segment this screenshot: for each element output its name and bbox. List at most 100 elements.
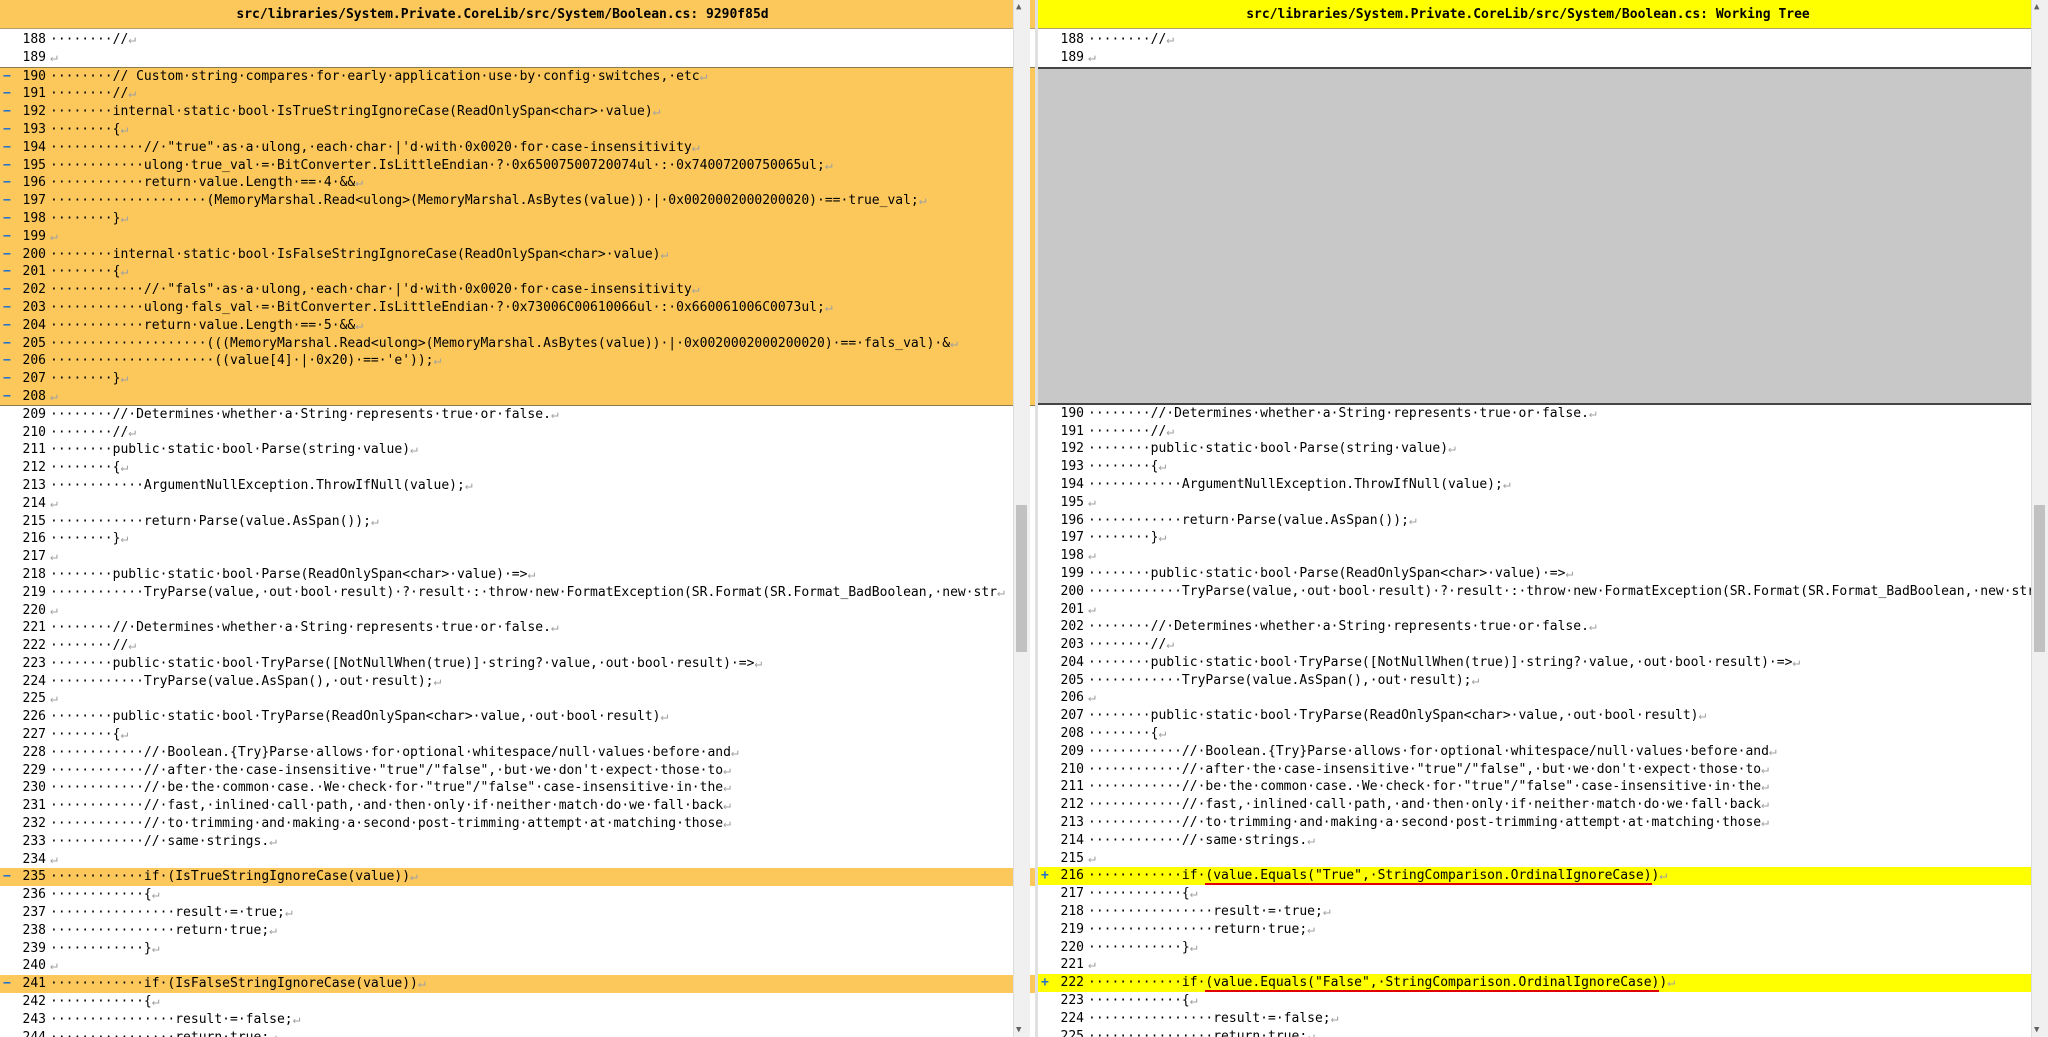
line-number: 202 [22,282,46,298]
code-text: ↵ [50,548,1035,566]
code-line: 206 ↵ [1038,689,2048,707]
line-number: 191 [1060,423,1084,439]
code-line [1038,369,2048,387]
code-line [1038,244,2048,263]
line-number: 212 [1060,797,1084,813]
code-text: ············if·(value.Equals("True",·Str… [1088,867,2048,886]
end-of-line-icon: ↵ [754,655,763,671]
code-line: 215 ············return·Parse(value.AsSpan… [0,513,1035,531]
code-text: ············//·after·the·case-insensitiv… [1088,761,2048,779]
line-number: 215 [22,513,46,529]
end-of-line-icon: ↵ [1088,601,1096,617]
line-number: 225 [22,691,46,707]
end-of-line-icon: ↵ [433,673,442,689]
line-number: 235 [22,869,46,885]
code-line [1038,173,2048,192]
code-segment: ············//·"fals"·as·a·ulong,·each·c… [50,282,692,298]
code-text: ············TryParse(value,·out·bool·res… [1088,583,2048,601]
code-segment: ········public·static·bool·TryParse(Read… [1088,708,1699,724]
code-text: ↵ [50,228,1035,246]
line-number: 214 [1060,832,1084,848]
code-text: ········{↵ [1088,725,2048,743]
code-line: −194 ············//·"true"·as·a·ulong,·ea… [0,138,1035,157]
code-line: 215 ↵ [1038,850,2048,868]
code-text: ········public·static·bool·Parse(ReadOnl… [1088,565,2048,583]
scroll-down-arrow-icon[interactable]: ▼ [1016,1025,1021,1035]
code-line: 211 ············//·be·the·common·case.·We… [1038,778,2048,796]
end-of-line-icon: ↵ [120,264,129,280]
code-segment: ················result·=·true; [50,905,285,921]
right-vertical-scrollbar[interactable]: ▲ ▼ [2031,0,2048,1037]
line-number: 241 [22,976,46,992]
code-segment: ············//·be·the·common·case.·We·ch… [50,780,724,796]
code-text: ········//↵ [1088,31,2048,49]
code-text: ············//·Boolean.{Try}Parse·allows… [1088,743,2048,761]
code-line: −203 ············ulong·fals_val·=·BitConv… [0,298,1035,317]
code-segment: ········{ [1088,726,1159,742]
code-segment: ············} [50,940,152,956]
code-line: 227 ········{↵ [0,726,1035,744]
end-of-line-icon: ↵ [1307,832,1315,848]
line-number: 209 [22,406,46,422]
end-of-line-icon: ↵ [151,940,160,956]
end-of-line-icon: ↵ [723,816,731,832]
code-line [1038,333,2048,352]
code-line: −200 ········internal·static·bool·IsFalse… [0,245,1035,264]
code-line: 189 ↵ [0,49,1035,67]
line-number: 194 [1060,476,1084,492]
code-line [1038,137,2048,156]
code-line: 190 ········//·Determines·whether·a·Strin… [1038,405,2048,423]
code-line: 244 ················return·true;↵ [0,1029,1035,1037]
line-number: 236 [22,887,46,903]
end-of-line-icon: ↵ [128,32,137,47]
code-text: ········}↵ [50,530,1035,548]
line-number: 203 [22,299,46,315]
code-text: ········{↵ [50,263,1035,281]
code-line: −202 ············//·"fals"·as·a·ulong,·ea… [0,281,1035,299]
end-of-line-icon: ↵ [1307,1028,1315,1037]
left-scroll-thumb[interactable] [1016,505,1027,652]
line-number: 230 [22,780,46,796]
code-segment: ············ArgumentNullException.ThrowI… [50,477,465,493]
end-of-line-icon: ↵ [1792,654,1801,670]
end-of-line-icon: ↵ [1761,797,1769,813]
code-line: 208 ········{↵ [1038,725,2048,743]
code-line: 228 ············//·Boolean.{Try}Parse·all… [0,744,1035,762]
code-segment: ········} [50,531,121,547]
left-code-lines[interactable]: 188 ········//↵ 189 ↵ −190 ········// Custom·… [0,31,1035,1037]
right-scroll-thumb[interactable] [2034,505,2045,652]
code-line: −190 ········// Custom·string·compares·fo… [0,66,1035,86]
line-number: 198 [22,210,46,226]
line-number: 217 [22,549,46,565]
code-line: 188 ········//↵ [0,31,1035,49]
end-of-line-icon: ↵ [699,68,708,84]
code-line [1038,102,2048,120]
end-of-line-icon: ↵ [1166,32,1175,47]
code-segment: ········internal·static·bool·IsFalseStri… [50,246,661,262]
code-segment: ········{ [50,121,121,137]
code-line: 232 ············//·to·trimming·and·making… [0,815,1035,833]
code-segment: ············TryParse(value,·out·bool·res… [1088,583,2036,599]
code-segment: ········public·static·bool·Parse(string·… [50,442,411,458]
end-of-line-icon: ↵ [723,780,731,796]
code-text: ················return·true;↵ [50,1029,1035,1037]
right-code-lines[interactable]: 188 ········//↵ 189 ↵ 190 ········//·Determin… [1038,31,2048,1037]
end-of-line-icon: ↵ [1088,49,1096,65]
line-number: 189 [1060,49,1084,65]
code-segment: ········// [1088,32,1167,47]
code-line: 203 ········//↵ [1038,636,2048,654]
scroll-down-arrow-icon[interactable]: ▼ [2034,1025,2039,1035]
code-line: 219 ············TryParse(value,·out·bool·… [0,584,1035,602]
line-number: 226 [22,709,46,725]
code-segment: ············//·same·strings. [50,833,270,849]
scroll-up-arrow-icon[interactable]: ▲ [1016,2,1021,12]
scroll-up-arrow-icon[interactable]: ▲ [2034,2,2039,12]
code-segment: ············{ [50,994,152,1010]
line-number: 244 [0,1029,46,1037]
code-line: −208 ↵ [0,387,1035,406]
code-segment: ················return·true; [50,922,270,938]
end-of-line-icon: ↵ [824,299,833,315]
code-segment: ············//·Boolean.{Try}Parse·allows… [50,744,731,760]
left-vertical-scrollbar[interactable]: ▲ ▼ [1013,0,1030,1037]
code-text: ↵ [50,851,1035,869]
